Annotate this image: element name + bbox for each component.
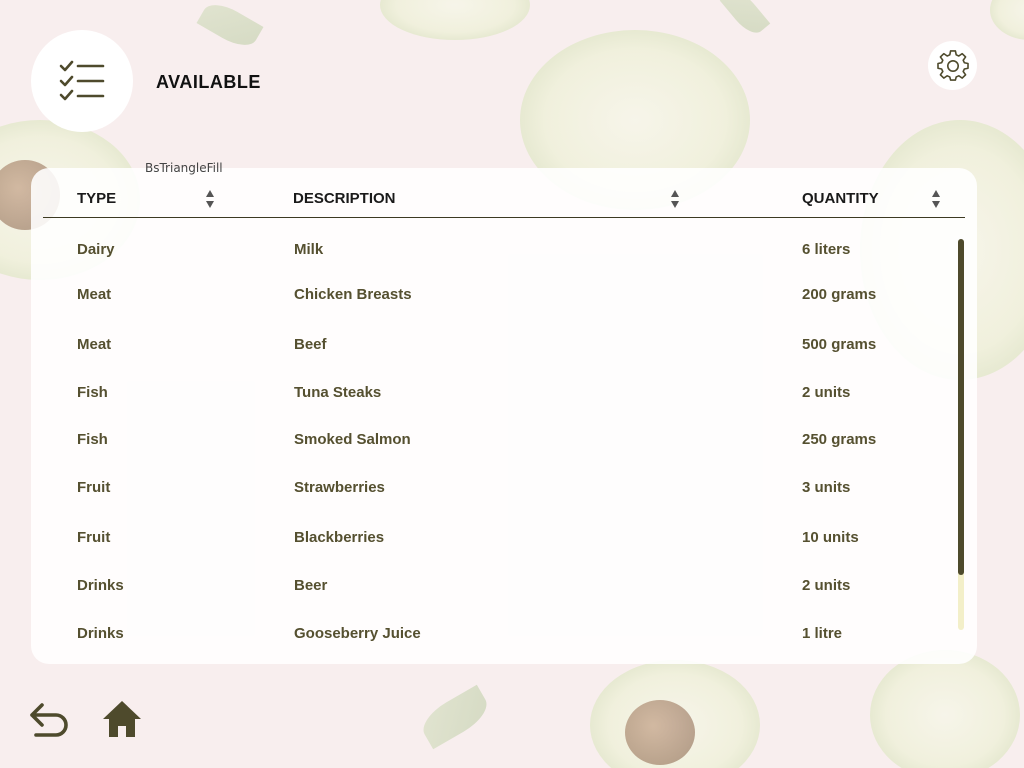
cell-description: Strawberries bbox=[294, 479, 385, 496]
cell-type: Dairy bbox=[77, 241, 115, 258]
cell-quantity: 2 units bbox=[802, 384, 851, 401]
cell-quantity: 1 litre bbox=[802, 625, 843, 642]
cell-type: Meat bbox=[77, 336, 112, 353]
scrollbar-thumb[interactable] bbox=[958, 239, 964, 575]
cell-quantity: 250 grams bbox=[802, 431, 877, 448]
home-icon bbox=[103, 701, 141, 737]
cell-type: Fruit bbox=[77, 529, 111, 546]
settings-button[interactable] bbox=[928, 41, 977, 90]
checklist-icon bbox=[59, 60, 105, 101]
home-button[interactable] bbox=[101, 699, 143, 739]
table-body: Dairy Milk 6 liters Meat Chicken Breasts… bbox=[31, 168, 977, 664]
cell-description: Milk bbox=[294, 241, 324, 258]
menu-button[interactable] bbox=[31, 30, 133, 132]
cell-description: Blackberries bbox=[294, 529, 385, 546]
cell-quantity: 500 grams bbox=[802, 336, 877, 353]
cell-type: Fruit bbox=[77, 479, 111, 496]
cell-type: Meat bbox=[77, 286, 112, 303]
cell-description: Smoked Salmon bbox=[294, 431, 411, 448]
cell-type: Fish bbox=[77, 431, 108, 448]
cell-description: Beer bbox=[294, 577, 328, 594]
back-button[interactable] bbox=[28, 701, 70, 739]
cell-quantity: 2 units bbox=[802, 577, 851, 594]
gear-icon bbox=[936, 49, 969, 81]
cell-type: Drinks bbox=[77, 625, 124, 642]
cell-description: Chicken Breasts bbox=[294, 286, 412, 303]
cell-quantity: 6 liters bbox=[802, 241, 851, 258]
cell-description: Gooseberry Juice bbox=[294, 625, 421, 642]
sort-tooltip: BsTriangleFill bbox=[145, 161, 223, 175]
scrollbar[interactable] bbox=[958, 239, 964, 630]
cell-description: Beef bbox=[294, 336, 327, 353]
cell-quantity: 10 units bbox=[802, 529, 859, 546]
cell-type: Fish bbox=[77, 384, 108, 401]
cell-quantity: 3 units bbox=[802, 479, 851, 496]
cell-type: Drinks bbox=[77, 577, 124, 594]
page-title: AVAILABLE bbox=[156, 72, 261, 92]
cell-quantity: 200 grams bbox=[802, 286, 877, 303]
inventory-table: TYPE DESCRIPTION QUANTITY Dairy Milk 6 l… bbox=[31, 168, 977, 664]
cell-description: Tuna Steaks bbox=[294, 384, 382, 401]
undo-arrow-icon bbox=[30, 703, 68, 737]
